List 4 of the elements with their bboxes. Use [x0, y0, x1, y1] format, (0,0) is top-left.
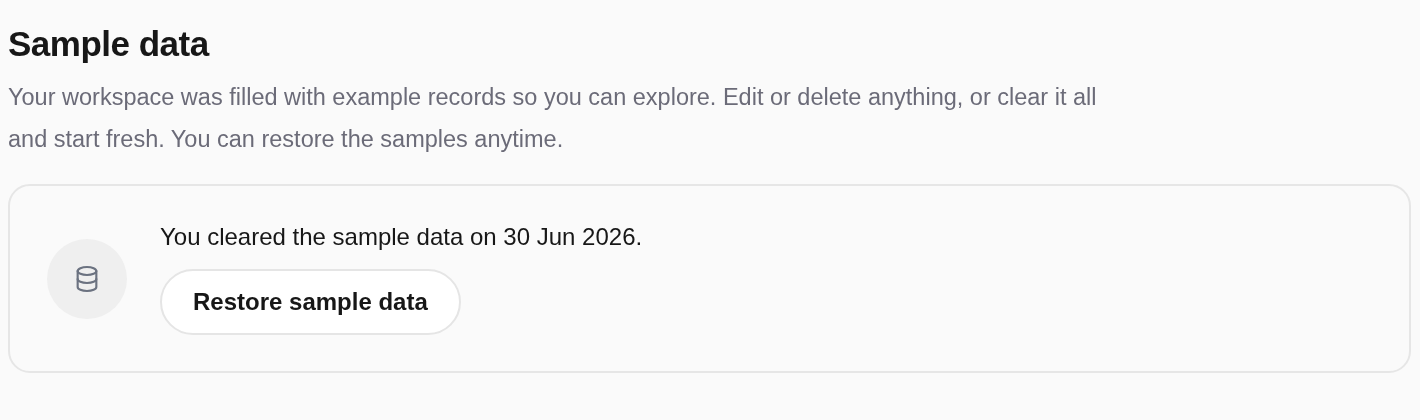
restore-button[interactable]: Restore sample data: [160, 269, 461, 335]
section-title: Sample data: [8, 23, 211, 65]
notice-message: You cleared the sample data on 30 Jun 2026.: [160, 222, 643, 252]
section-description: Your workspace was filled with example records so you can explore. Edit or delete anything, or clear it all and start fresh. You can restore the samples anytime.: [8, 83, 1098, 154]
